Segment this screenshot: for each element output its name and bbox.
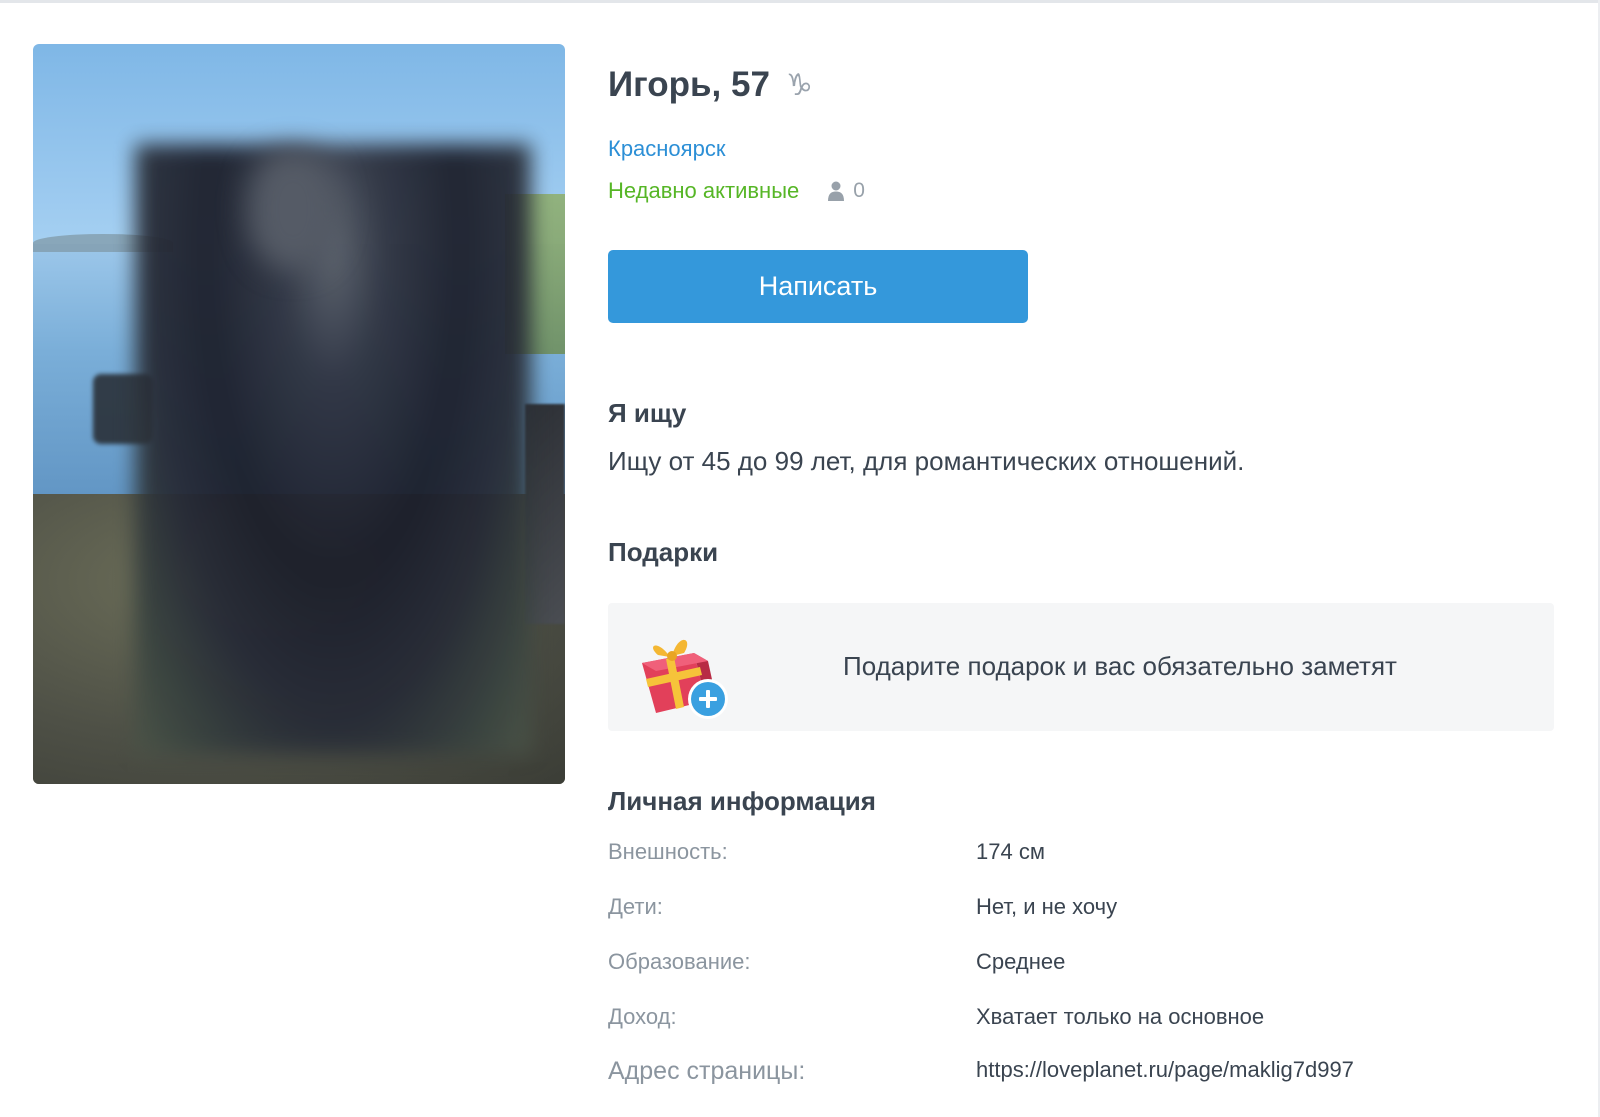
info-label: Внешность: bbox=[608, 839, 728, 864]
info-row-income: Доход: Хватает только на основное bbox=[608, 1004, 1554, 1044]
gift-prompt-text: Подарите подарок и вас обязательно замет… bbox=[843, 651, 1397, 681]
page-address-link[interactable]: https://loveplanet.ru/page/maklig7d997 bbox=[976, 1057, 1354, 1083]
capricorn-icon: ♑ bbox=[785, 67, 813, 103]
user-icon bbox=[828, 181, 845, 201]
gifts-heading: Подарки bbox=[608, 537, 719, 567]
profile-city-link[interactable]: Красноярск bbox=[608, 136, 725, 162]
photo-chair-right bbox=[525, 404, 565, 624]
seeking-heading: Я ищу bbox=[608, 398, 687, 428]
activity-status: Недавно активные bbox=[608, 178, 800, 203]
info-label: Доход: bbox=[608, 1004, 677, 1029]
seeking-text: Ищу от 45 до 99 лет, для романтических о… bbox=[608, 446, 1245, 476]
profile-name-age: Игорь, 57 bbox=[608, 65, 770, 104]
gift-add-icon bbox=[642, 639, 728, 719]
info-row-children: Дети: Нет, и не хочу bbox=[608, 894, 1554, 934]
personal-info-heading: Личная информация bbox=[608, 786, 876, 816]
info-label: Образование: bbox=[608, 949, 751, 974]
profile-photo[interactable] bbox=[33, 44, 565, 784]
send-gift-banner[interactable]: Подарите подарок и вас обязательно замет… bbox=[608, 603, 1554, 731]
info-value: 174 см bbox=[976, 839, 1045, 864]
status-row: Недавно активные 0 bbox=[608, 178, 865, 204]
info-row-appearance: Внешность: 174 см bbox=[608, 839, 1554, 879]
write-message-button[interactable]: Написать bbox=[608, 250, 1028, 323]
info-value: Хватает только на основное bbox=[976, 1004, 1265, 1029]
info-label: Дети: bbox=[608, 894, 663, 919]
profile-header: Игорь, 57 ♑ bbox=[608, 60, 813, 110]
info-row-page-address: Адрес страницы: https://loveplanet.ru/pa… bbox=[608, 1057, 1554, 1097]
visitors-counter: 0 bbox=[827, 179, 865, 203]
photo-blurred-head bbox=[248, 149, 338, 269]
info-row-education: Образование: Среднее bbox=[608, 949, 1554, 989]
info-value: Среднее bbox=[976, 949, 1066, 974]
info-label: Адрес страницы: bbox=[608, 1057, 806, 1085]
visitors-count: 0 bbox=[853, 179, 865, 202]
top-divider bbox=[0, 0, 1600, 3]
info-value: Нет, и не хочу bbox=[976, 894, 1118, 919]
